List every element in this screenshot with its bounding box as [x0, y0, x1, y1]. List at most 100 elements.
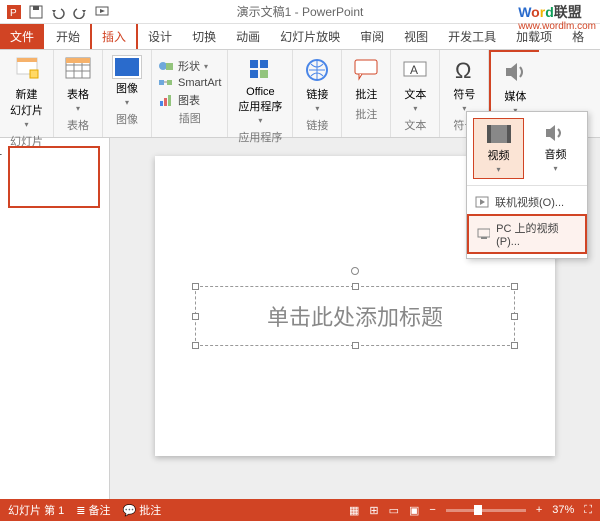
normal-view-icon[interactable]: ▦ — [349, 504, 359, 517]
table-icon — [64, 56, 92, 84]
group-tables-label: 表格 — [67, 117, 89, 133]
group-text-label: 文本 — [404, 117, 426, 133]
svg-text:P: P — [10, 8, 17, 19]
title-placeholder[interactable]: 单击此处添加标题 — [195, 286, 515, 346]
group-text: A 文本 ▾ 文本 — [391, 50, 440, 137]
zoom-level[interactable]: 37% — [552, 504, 574, 516]
group-images-label: 图像 — [116, 111, 138, 127]
tab-review[interactable]: 审阅 — [350, 24, 394, 49]
zoom-out-button[interactable]: − — [429, 504, 435, 516]
resize-handle[interactable] — [192, 283, 199, 290]
rotate-handle[interactable] — [351, 267, 359, 275]
thumbnail-number: 1 — [0, 146, 2, 158]
text-label: 文本 — [404, 86, 426, 102]
comments-button[interactable]: 💬 批注 — [123, 502, 162, 518]
start-slideshow-icon[interactable] — [92, 2, 112, 22]
text-button[interactable]: A 文本 ▾ — [397, 54, 433, 115]
group-apps-label: 应用程序 — [238, 129, 282, 145]
chevron-down-icon: ▾ — [24, 120, 28, 129]
link-label: 链接 — [306, 86, 328, 102]
slide-thumbnail[interactable] — [8, 146, 100, 208]
tab-slideshow[interactable]: 幻灯片放映 — [270, 24, 350, 49]
tab-design[interactable]: 设计 — [138, 24, 182, 49]
comment-icon — [352, 56, 380, 84]
group-links: 链接 ▾ 链接 — [293, 50, 342, 137]
link-icon — [303, 56, 331, 84]
image-button[interactable]: 图像 ▾ — [109, 54, 145, 109]
ppt-app-icon[interactable]: P — [4, 2, 24, 22]
group-tables: 表格 ▾ 表格 — [54, 50, 103, 137]
smartart-button[interactable]: SmartArt — [158, 76, 221, 90]
save-icon[interactable] — [26, 2, 46, 22]
symbol-button[interactable]: Ω 符号 ▾ — [446, 54, 482, 115]
online-video-icon — [475, 196, 489, 208]
group-links-label: 链接 — [306, 117, 328, 133]
textbox-icon: A — [401, 56, 429, 84]
speaker-icon — [501, 58, 529, 86]
resize-handle[interactable] — [511, 342, 518, 349]
title-bar: P 演示文稿1 - PowerPoint Word联盟 www.wordlm.c… — [0, 0, 600, 24]
group-comments-label: 批注 — [355, 106, 377, 122]
tab-insert[interactable]: 插入 — [90, 22, 138, 49]
quick-access-toolbar: P — [0, 2, 116, 22]
shapes-icon — [158, 59, 174, 73]
chevron-down-icon: ▾ — [413, 104, 417, 113]
shapes-button[interactable]: 形状 ▾ — [158, 58, 208, 74]
watermark: Word联盟 www.wordlm.com — [518, 2, 596, 32]
resize-handle[interactable] — [352, 283, 359, 290]
tab-view[interactable]: 视图 — [394, 24, 438, 49]
zoom-in-button[interactable]: + — [536, 504, 542, 516]
office-apps-button[interactable]: Office 应用程序 ▾ — [234, 54, 286, 127]
svg-text:A: A — [410, 63, 418, 77]
comment-button[interactable]: 批注 — [348, 54, 384, 104]
resize-handle[interactable] — [192, 313, 199, 320]
video-option[interactable]: 视频 ▾ — [473, 118, 524, 179]
online-video-item[interactable]: 联机视频(O)... — [467, 190, 587, 214]
slideshow-view-icon[interactable]: ▣ — [409, 504, 419, 517]
chart-button[interactable]: 图表 — [158, 92, 200, 108]
new-slide-button[interactable]: 新建 幻灯片 ▾ — [6, 54, 47, 131]
tab-transitions[interactable]: 切换 — [182, 24, 226, 49]
notes-button[interactable]: ≣ 备注 — [76, 502, 110, 518]
table-button[interactable]: 表格 ▾ — [60, 54, 96, 115]
pc-video-item[interactable]: PC 上的视频(P)... — [467, 214, 587, 254]
chevron-down-icon: ▾ — [258, 116, 262, 125]
group-images: 图像 ▾ 图像 — [103, 50, 152, 137]
media-dropdown: 视频 ▾ 音频 ▾ 联机视频(O)... PC 上的视频(P)... — [466, 111, 588, 259]
group-illustrations: 形状 ▾ SmartArt 图表 插图 — [152, 50, 228, 137]
image-label: 图像 — [116, 80, 138, 96]
status-bar: 幻灯片 第 1 ≣ 备注 💬 批注 ▦ ⊞ ▭ ▣ − + 37% ⛶ — [0, 499, 600, 521]
chevron-down-icon: ▾ — [76, 104, 80, 113]
audio-option[interactable]: 音频 ▾ — [530, 118, 581, 179]
link-button[interactable]: 链接 ▾ — [299, 54, 335, 115]
tab-animations[interactable]: 动画 — [226, 24, 270, 49]
resize-handle[interactable] — [192, 342, 199, 349]
tab-home[interactable]: 开始 — [46, 24, 90, 49]
placeholder-text: 单击此处添加标题 — [267, 300, 443, 332]
thumbnail-pane[interactable]: 1 — [0, 138, 110, 501]
fit-window-icon[interactable]: ⛶ — [584, 504, 592, 517]
sorter-view-icon[interactable]: ⊞ — [369, 504, 378, 517]
redo-icon[interactable] — [70, 2, 90, 22]
group-slides: 新建 幻灯片 ▾ 幻灯片 — [0, 50, 54, 137]
resize-handle[interactable] — [511, 283, 518, 290]
resize-handle[interactable] — [352, 342, 359, 349]
resize-handle[interactable] — [511, 313, 518, 320]
chevron-down-icon: ▾ — [125, 98, 129, 107]
office-apps-icon — [246, 56, 274, 84]
comment-label: 批注 — [355, 86, 377, 102]
group-comments: 批注 批注 — [342, 50, 391, 137]
undo-icon[interactable] — [48, 2, 68, 22]
new-slide-icon — [13, 56, 41, 84]
reading-view-icon[interactable]: ▭ — [389, 504, 399, 517]
zoom-slider[interactable] — [446, 509, 526, 512]
chevron-down-icon: ▾ — [315, 104, 319, 113]
group-apps: Office 应用程序 ▾ 应用程序 — [228, 50, 293, 137]
table-label: 表格 — [67, 86, 89, 102]
tab-developer[interactable]: 开发工具 — [438, 24, 506, 49]
svg-text:Ω: Ω — [455, 58, 471, 83]
tab-file[interactable]: 文件 — [0, 24, 44, 49]
media-button[interactable]: 媒体 ▾ — [497, 56, 533, 117]
window-title: 演示文稿1 - PowerPoint — [237, 3, 364, 20]
film-icon — [485, 123, 513, 145]
